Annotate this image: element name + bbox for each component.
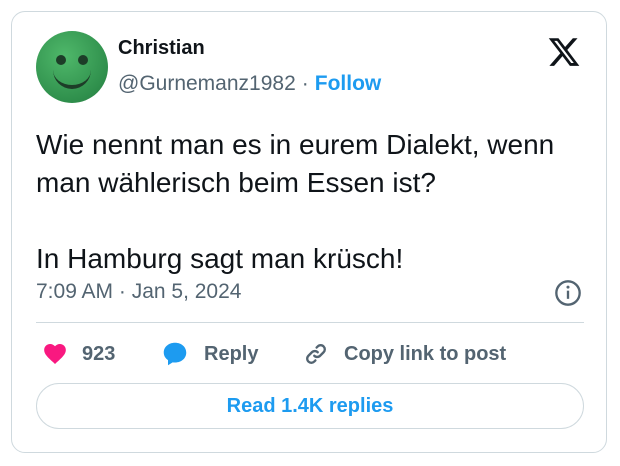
separator-dot: · (301, 72, 309, 95)
author-name[interactable]: Christian (118, 37, 205, 60)
heart-icon (44, 344, 66, 364)
avatar[interactable] (36, 31, 108, 103)
copy-link-button[interactable]: Copy link to post (302, 334, 506, 374)
reply-button[interactable]: Reply (160, 334, 258, 374)
tweet-text: Wie nennt man es in eurem Dialekt, wenn … (36, 126, 596, 278)
avatar-eye-right (78, 55, 88, 65)
like-button[interactable]: 923 (42, 334, 115, 374)
tweet-card: Christian @Gurnemanz1982 · Follow Wie nenn… (11, 11, 607, 453)
x-logo-icon[interactable] (547, 35, 581, 69)
tweet-text-line: Wie nennt man es in eurem Dialekt, wenn … (36, 129, 555, 198)
follow-button[interactable]: Follow (315, 72, 382, 95)
tweet-timestamp[interactable]: 7:09 AM · Jan 5, 2024 (36, 280, 241, 304)
author-handle[interactable]: @Gurnemanz1982 (118, 72, 296, 95)
action-bar: 923 Reply Copy link to post (36, 334, 596, 374)
read-replies-button[interactable]: Read 1.4K replies (36, 383, 584, 429)
avatar-eye-left (56, 55, 66, 65)
reply-label: Reply (204, 342, 259, 365)
divider (36, 322, 584, 323)
link-icon (306, 344, 326, 364)
info-icon[interactable] (554, 279, 582, 307)
copy-link-label: Copy link to post (344, 342, 507, 365)
avatar-mouth (53, 65, 91, 89)
speech-bubble-icon (163, 342, 187, 366)
tweet-text-line: In Hamburg sagt man krüsch! (36, 243, 404, 274)
like-count: 923 (82, 342, 116, 365)
author-handle-row: @Gurnemanz1982 · Follow (118, 72, 381, 96)
